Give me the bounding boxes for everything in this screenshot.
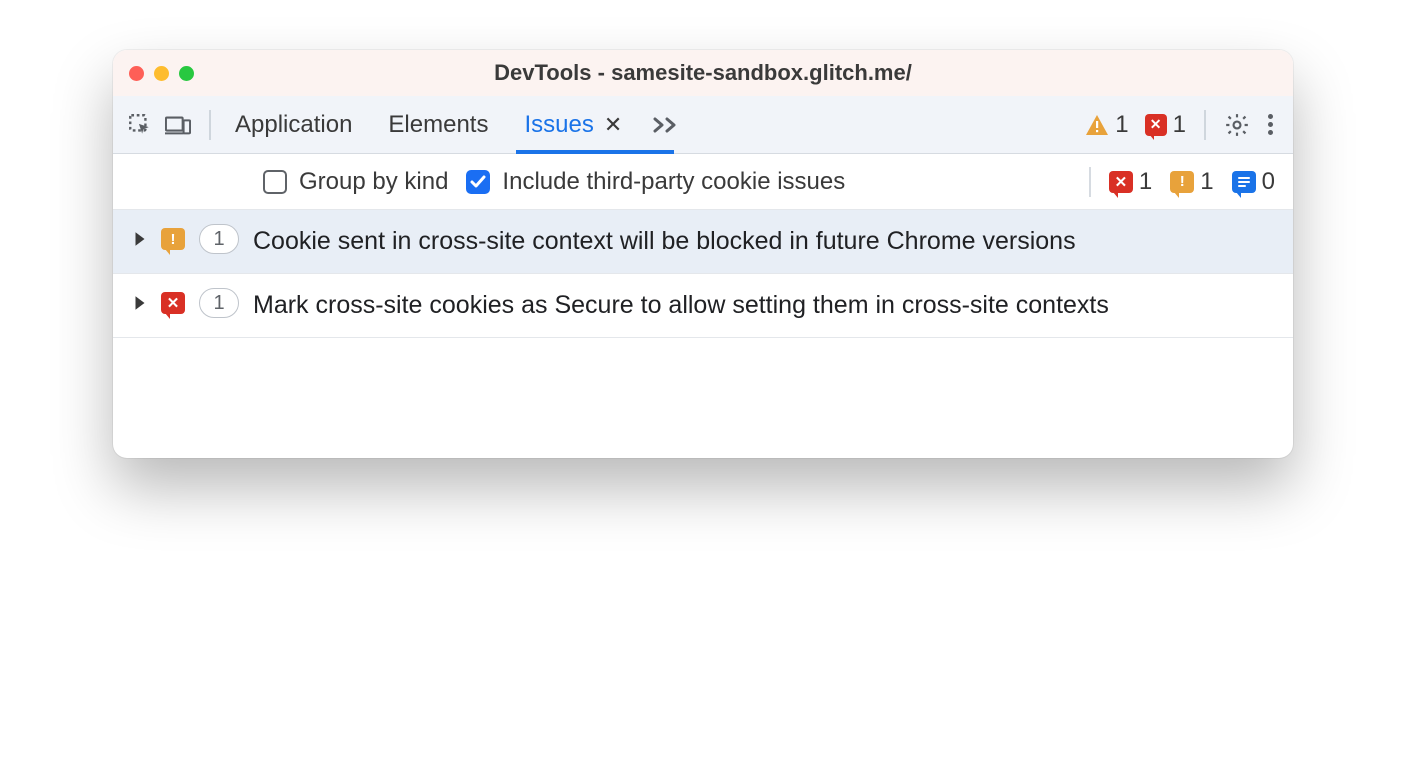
warning-triangle-icon (1085, 114, 1109, 136)
count-value: 1 (1139, 168, 1152, 196)
titlebar: DevTools - samesite-sandbox.glitch.me/ (113, 50, 1293, 96)
empty-area (113, 338, 1293, 458)
filter-errors-count[interactable]: ✕ 1 (1109, 168, 1152, 196)
devtools-window: DevTools - samesite-sandbox.glitch.me/ A… (113, 50, 1293, 458)
expand-arrow-icon (133, 230, 147, 248)
filter-counts: ✕ 1 ! 1 0 (1109, 168, 1275, 196)
warning-bubble-icon: ! (161, 228, 185, 250)
count-value: 1 (1200, 168, 1213, 196)
device-toolbar-icon[interactable] (165, 112, 191, 138)
tab-application[interactable]: Application (229, 96, 358, 153)
separator (1089, 167, 1091, 197)
warnings-count[interactable]: 1 (1085, 111, 1128, 139)
issue-title: Mark cross-site cookies as Secure to all… (253, 288, 1109, 323)
issues-filter-bar: Group by kind Include third-party cookie… (113, 154, 1293, 210)
info-bubble-icon (1232, 171, 1256, 193)
issue-count-badge: 1 (199, 288, 239, 318)
filter-info-count[interactable]: 0 (1232, 168, 1275, 196)
header-issue-counts: 1 ✕ 1 (1085, 111, 1186, 139)
issue-title: Cookie sent in cross-site context will b… (253, 224, 1076, 259)
checkbox-label: Group by kind (299, 168, 448, 196)
issue-row[interactable]: ✕ 1 Mark cross-site cookies as Secure to… (113, 274, 1293, 338)
group-by-kind-checkbox[interactable]: Group by kind (263, 168, 448, 196)
tab-label: Elements (388, 111, 488, 139)
issue-row[interactable]: ! 1 Cookie sent in cross-site context wi… (113, 210, 1293, 274)
count-value: 1 (1115, 111, 1128, 139)
issue-count-badge: 1 (199, 224, 239, 254)
window-controls (129, 66, 194, 81)
error-bubble-icon: ✕ (161, 292, 185, 314)
window-title: DevTools - samesite-sandbox.glitch.me/ (113, 60, 1293, 86)
checkbox-icon (263, 170, 287, 194)
separator (1204, 110, 1206, 140)
error-bubble-icon: ✕ (1145, 114, 1167, 136)
settings-icon[interactable] (1224, 112, 1250, 138)
zoom-window-button[interactable] (179, 66, 194, 81)
close-tab-icon[interactable]: ✕ (604, 112, 622, 138)
inspect-element-icon[interactable] (127, 112, 153, 138)
main-toolbar: Application Elements Issues ✕ (113, 96, 1293, 154)
expand-arrow-icon (133, 294, 147, 312)
issues-list: ! 1 Cookie sent in cross-site context wi… (113, 210, 1293, 338)
checkbox-checked-icon (466, 170, 490, 194)
count-value: 0 (1262, 168, 1275, 196)
filter-warnings-count[interactable]: ! 1 (1170, 168, 1213, 196)
minimize-window-button[interactable] (154, 66, 169, 81)
tab-elements[interactable]: Elements (382, 96, 494, 153)
tab-label: Issues (524, 111, 593, 139)
errors-count[interactable]: ✕ 1 (1145, 111, 1186, 139)
more-tabs-button[interactable] (652, 96, 682, 153)
separator (209, 110, 211, 140)
checkbox-label: Include third-party cookie issues (502, 168, 845, 196)
close-window-button[interactable] (129, 66, 144, 81)
include-third-party-checkbox[interactable]: Include third-party cookie issues (466, 168, 845, 196)
more-options-icon[interactable] (1262, 114, 1279, 135)
tab-issues[interactable]: Issues ✕ (518, 96, 628, 153)
tab-label: Application (235, 111, 352, 139)
count-value: 1 (1173, 111, 1186, 139)
panel-tabs: Application Elements Issues ✕ (229, 96, 682, 153)
warning-bubble-icon: ! (1170, 171, 1194, 193)
error-bubble-icon: ✕ (1109, 171, 1133, 193)
